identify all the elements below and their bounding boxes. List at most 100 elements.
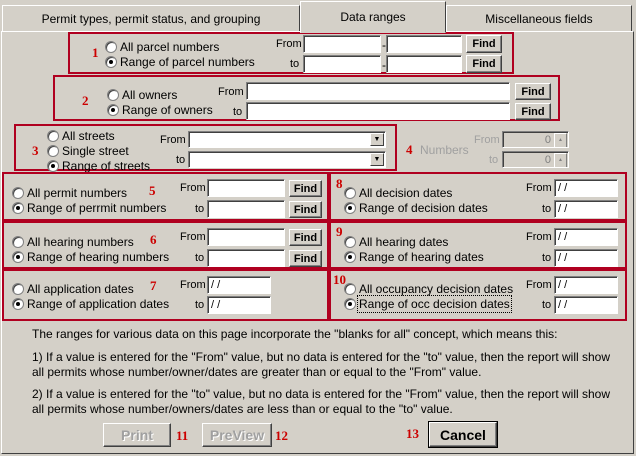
streets-single-radio[interactable]: Single street bbox=[47, 144, 129, 158]
cancel-button[interactable]: Cancel bbox=[428, 421, 498, 448]
permit-range-radio[interactable]: Range of perrmit numbers bbox=[12, 201, 166, 215]
marker-7: 7 bbox=[150, 278, 157, 293]
decision-range-radio[interactable]: Range of decision dates bbox=[344, 201, 488, 215]
radio-button bbox=[344, 283, 356, 295]
parcel-all-radio[interactable]: All parcel numbers bbox=[105, 40, 219, 54]
streets-range-radio[interactable]: Range of streets bbox=[47, 159, 150, 173]
tab-miscellaneous-fields[interactable]: Miscellaneous fields bbox=[446, 5, 632, 32]
hearing-dates-from-field[interactable]: / / bbox=[554, 228, 618, 246]
radio-label: All streets bbox=[62, 129, 115, 143]
radio-label: All parcel numbers bbox=[120, 40, 220, 54]
hearing-dates-to-field[interactable]: / / bbox=[554, 249, 618, 267]
chevron-down-icon[interactable]: ▼ bbox=[370, 133, 384, 146]
parcel-range-radio[interactable]: Range of parcel numbers bbox=[105, 55, 255, 69]
marker-8: 8 bbox=[336, 176, 343, 191]
radio-button bbox=[12, 251, 24, 263]
parcel-to-field-2[interactable] bbox=[386, 55, 462, 73]
owners-range-radio[interactable]: Range of owners bbox=[107, 103, 213, 117]
hearing-dates-all-radio[interactable]: All hearing dates bbox=[344, 235, 448, 249]
occupancy-all-radio[interactable]: All occupancy decision dates bbox=[344, 282, 513, 296]
to-label: to bbox=[489, 154, 499, 166]
info-rule-2: 2) If a value is entered for the "to" va… bbox=[32, 387, 611, 416]
occupancy-from-field[interactable]: / / bbox=[554, 276, 618, 294]
parcel-from-field-2[interactable] bbox=[386, 35, 462, 53]
tab-permit-types[interactable]: Permit types, permit status, and groupin… bbox=[2, 5, 300, 32]
decision-from-field[interactable]: / / bbox=[554, 179, 618, 197]
decision-all-radio[interactable]: All decision dates bbox=[344, 186, 452, 200]
radio-button bbox=[12, 298, 24, 310]
permit-all-radio[interactable]: All permit numbers bbox=[12, 186, 127, 200]
radio-label: All application dates bbox=[27, 282, 134, 296]
to-label: to bbox=[542, 252, 552, 264]
streets-all-radio[interactable]: All streets bbox=[47, 129, 115, 143]
application-from-field[interactable]: / / bbox=[207, 276, 271, 294]
application-to-field[interactable]: / / bbox=[207, 296, 271, 314]
tab-data-ranges[interactable]: Data ranges bbox=[300, 1, 446, 33]
radio-button bbox=[344, 298, 356, 310]
radio-button bbox=[12, 187, 24, 199]
parcel-to-find-button[interactable]: Find bbox=[466, 55, 502, 73]
marker-3: 3 bbox=[32, 143, 39, 158]
radio-button bbox=[47, 160, 59, 172]
radio-label: Range of decision dates bbox=[359, 201, 488, 215]
occupancy-to-field[interactable]: / / bbox=[554, 296, 618, 314]
parcel-from-find-button[interactable]: Find bbox=[466, 35, 502, 53]
radio-button bbox=[105, 41, 117, 53]
hearing-numbers-all-radio[interactable]: All hearing numbers bbox=[12, 235, 134, 249]
tab-label: Miscellaneous fields bbox=[485, 11, 593, 26]
to-label: to bbox=[195, 299, 205, 311]
radio-label: Range of application dates bbox=[27, 297, 170, 311]
application-range-radio[interactable]: Range of application dates bbox=[12, 297, 169, 311]
owners-to-field[interactable] bbox=[246, 102, 510, 120]
from-label: From bbox=[160, 134, 186, 146]
info-intro: The ranges for various data on this page… bbox=[32, 327, 558, 341]
hearing-numbers-range-radio[interactable]: Range of hearing numbers bbox=[12, 250, 169, 264]
numbers-from-field: 0▲▼ bbox=[502, 131, 569, 148]
owners-from-find-button[interactable]: Find bbox=[515, 83, 551, 100]
owners-from-field[interactable] bbox=[246, 82, 510, 100]
chevron-down-icon[interactable]: ▼ bbox=[370, 153, 384, 166]
application-all-radio[interactable]: All application dates bbox=[12, 282, 134, 296]
decision-to-field[interactable]: / / bbox=[554, 200, 618, 218]
to-label: to bbox=[290, 58, 300, 70]
parcel-to-field-1[interactable] bbox=[303, 55, 381, 73]
hearing-numbers-from-field[interactable] bbox=[207, 228, 285, 246]
streets-from-combo[interactable]: ▼ bbox=[188, 131, 386, 148]
hearing-numbers-to-find-button[interactable]: Find bbox=[289, 250, 322, 267]
hearing-dates-range-radio[interactable]: Range of hearing dates bbox=[344, 250, 484, 264]
owners-all-radio[interactable]: All owners bbox=[107, 88, 177, 102]
hearing-numbers-from-find-button[interactable]: Find bbox=[289, 229, 322, 246]
owners-to-find-button[interactable]: Find bbox=[515, 103, 551, 120]
parcel-from-field-1[interactable] bbox=[303, 35, 381, 53]
radio-label: Range of hearing numbers bbox=[27, 250, 170, 264]
to-label: to bbox=[176, 154, 186, 166]
permit-from-field[interactable] bbox=[207, 179, 285, 197]
radio-button bbox=[12, 236, 24, 248]
streets-to-combo[interactable]: ▼ bbox=[188, 151, 386, 168]
from-label: From bbox=[180, 279, 206, 291]
radio-button bbox=[107, 104, 119, 116]
marker-4: 4 bbox=[406, 142, 413, 157]
from-label: From bbox=[276, 38, 302, 50]
to-label: to bbox=[542, 203, 552, 215]
spinner: ▲▼ bbox=[554, 153, 567, 167]
occupancy-range-radio[interactable]: Range of occ decision dates bbox=[344, 295, 512, 313]
radio-label: Range of occ decision dates bbox=[357, 295, 512, 313]
spinner: ▲▼ bbox=[554, 133, 567, 147]
preview-button[interactable]: PreView bbox=[202, 423, 272, 447]
radio-button bbox=[47, 130, 59, 142]
print-button[interactable]: Print bbox=[103, 423, 171, 447]
radio-label: All permit numbers bbox=[27, 186, 128, 200]
radio-label: Range of perrmit numbers bbox=[27, 201, 167, 215]
spin-up-icon: ▲ bbox=[554, 133, 567, 147]
permit-to-find-button[interactable]: Find bbox=[289, 201, 322, 218]
radio-button bbox=[344, 251, 356, 263]
radio-button bbox=[12, 283, 24, 295]
radio-label: Range of owners bbox=[122, 103, 213, 117]
permit-from-find-button[interactable]: Find bbox=[289, 180, 322, 197]
numbers-to-field: 0▲▼ bbox=[502, 151, 569, 168]
hearing-numbers-to-field[interactable] bbox=[207, 249, 285, 267]
marker-1: 1 bbox=[92, 45, 99, 60]
from-label: From bbox=[180, 231, 206, 243]
permit-to-field[interactable] bbox=[207, 200, 285, 218]
